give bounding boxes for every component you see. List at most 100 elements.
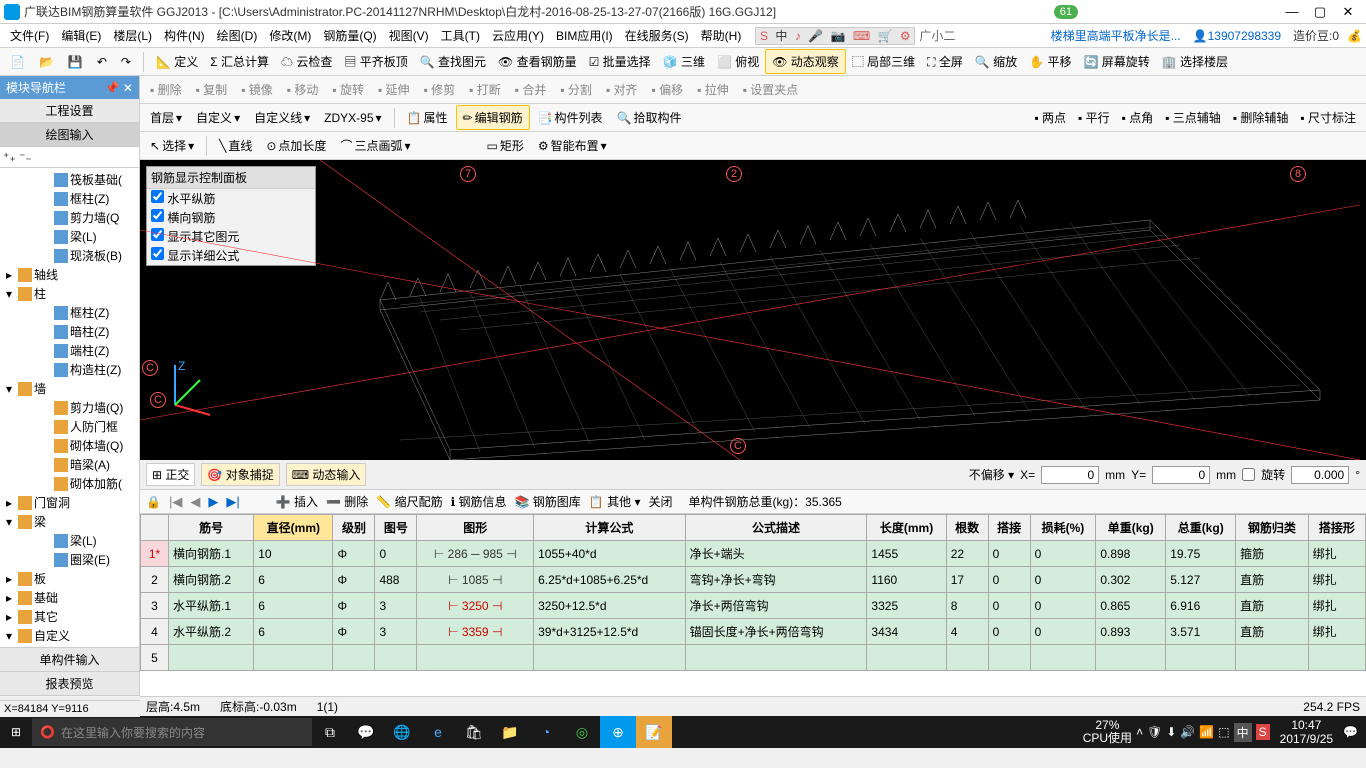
menu-编辑(E)[interactable]: 编辑(E)	[55, 27, 107, 45]
col-单重(kg)[interactable]: 单重(kg)	[1096, 515, 1166, 541]
table-row[interactable]: 4水平纵筋.26Φ3⊢ 3359 ⊣39*d+3125+12.5*d锚固长度+净…	[141, 619, 1366, 645]
tree-基础[interactable]: ▸基础	[2, 588, 137, 607]
menu-工具(T)[interactable]: 工具(T)	[435, 27, 486, 45]
system-tray[interactable]: 27% CPU使用 ˄ 🛡⬇🔊📶⬚ 中 S 10:47 2017/9/25 💬	[1075, 718, 1366, 747]
tb-平齐板顶[interactable]: ▤ 平齐板顶	[338, 50, 413, 73]
insert-row[interactable]: ➕ 插入	[276, 493, 318, 510]
nav-first[interactable]: |◀	[169, 494, 182, 510]
pick-component-button[interactable]: 🔍 拾取构件	[611, 106, 688, 129]
dynamic-input-toggle[interactable]: ⌨ 动态输入	[286, 463, 367, 486]
3d-viewport[interactable]: 钢筋显示控制面板 水平纵筋 横向钢筋 显示其它图元 显示详细公式 7 2 8 C…	[140, 160, 1366, 460]
tb2-分割[interactable]: ▪ 分割	[554, 78, 598, 101]
tb-俯视[interactable]: ⬜ 俯视	[711, 50, 765, 73]
tree-板[interactable]: ▸板	[2, 569, 137, 588]
notifications-icon[interactable]: 💬	[1343, 725, 1358, 739]
task-view[interactable]: ⧉	[312, 716, 348, 748]
menu-构件(N)[interactable]: 构件(N)	[158, 27, 211, 45]
tb2-偏移[interactable]: ▪ 偏移	[646, 78, 690, 101]
table-row[interactable]: 5	[141, 645, 1366, 671]
scale-rebar[interactable]: 📏 缩尺配筋	[376, 493, 442, 510]
maximize-button[interactable]: ▢	[1306, 4, 1334, 20]
tree-构造柱(Z)[interactable]: 构造柱(Z)	[2, 360, 137, 379]
new-button[interactable]: 📄	[4, 52, 31, 72]
floor-select[interactable]: 首层 ▾	[144, 106, 188, 129]
tb2-复制[interactable]: ▪ 复制	[190, 78, 234, 101]
col-损耗(%)[interactable]: 损耗(%)	[1030, 515, 1096, 541]
tb-查看钢筋量[interactable]: 👁 查看钢筋量	[492, 50, 583, 73]
tree-其它[interactable]: ▸其它	[2, 607, 137, 626]
tree-梁(L)[interactable]: 梁(L)	[2, 227, 137, 246]
custom-line-select[interactable]: 自定义线 ▾	[248, 106, 316, 129]
tree-剪力墙(Q[interactable]: 剪力墙(Q	[2, 208, 137, 227]
tb2-镜像[interactable]: ▪ 镜像	[235, 78, 279, 101]
tb-discord[interactable]: 💬	[348, 716, 384, 748]
delete-row[interactable]: ➖ 删除	[326, 493, 368, 510]
ime-indicator[interactable]: S中♪🎤📷⌨🛒⚙	[755, 27, 915, 45]
tree-端柱(Z)[interactable]: 端柱(Z)	[2, 341, 137, 360]
rebar-library[interactable]: 📚 钢筋图库	[515, 493, 581, 510]
ortho-toggle[interactable]: ⊞ 正交	[146, 463, 195, 486]
cp-显示详细公式[interactable]: 显示详细公式	[147, 246, 315, 265]
tb-平移[interactable]: ✋ 平移	[1023, 50, 1077, 73]
menu-BIM应用(I)[interactable]: BIM应用(I)	[550, 27, 619, 45]
col-根数[interactable]: 根数	[946, 515, 988, 541]
col-[interactable]	[141, 515, 169, 541]
col-搭接[interactable]: 搭接	[988, 515, 1030, 541]
arc-tool[interactable]: ⌒ 三点画弧 ▾	[334, 134, 416, 157]
menu-视图(V)[interactable]: 视图(V)	[383, 27, 435, 45]
tree-暗梁(A)[interactable]: 暗梁(A)	[2, 455, 137, 474]
col-直径(mm)[interactable]: 直径(mm)	[254, 515, 333, 541]
tree-柱[interactable]: ▾柱	[2, 284, 137, 303]
component-list-button[interactable]: 📑 构件列表	[532, 106, 609, 129]
menu-楼层(L)[interactable]: 楼层(L)	[107, 27, 158, 45]
tb2-打断[interactable]: ▪ 打断	[463, 78, 507, 101]
tb-批量选择[interactable]: ☑ 批量选择	[583, 50, 657, 73]
cp-显示其它图元[interactable]: 显示其它图元	[147, 227, 315, 246]
tb-局部三维[interactable]: ⬚ 局部三维	[846, 50, 921, 73]
tree-筏板基础([interactable]: 筏板基础(	[2, 170, 137, 189]
angle-input[interactable]	[1291, 466, 1349, 484]
start-button[interactable]: ⊞	[0, 716, 32, 748]
tb3r-两点[interactable]: ▪ 两点	[1028, 106, 1072, 129]
point-length-tool[interactable]: ⊙ 点加长度	[260, 134, 332, 157]
tb2-对齐[interactable]: ▪ 对齐	[600, 78, 644, 101]
menu-绘图(D)[interactable]: 绘图(D)	[211, 27, 264, 45]
taskbar-clock[interactable]: 10:47 2017/9/25	[1274, 718, 1339, 747]
lock-icon[interactable]: 🔒	[146, 495, 161, 509]
tree-expand-icon[interactable]: ⁺₊ ⁻₋	[3, 150, 32, 164]
tb-app2[interactable]: ◎	[564, 716, 600, 748]
tree-暗柱(Z)[interactable]: 暗柱(Z)	[2, 322, 137, 341]
col-长度(mm)[interactable]: 长度(mm)	[867, 515, 946, 541]
offset-select[interactable]: 不偏移 ▾	[969, 466, 1014, 483]
tree-门窗洞[interactable]: ▸门窗洞	[2, 493, 137, 512]
tb-动态观察[interactable]: 👁 动态观察	[765, 49, 846, 74]
snap-toggle[interactable]: 🎯 对象捕捉	[201, 463, 279, 486]
x-input[interactable]	[1041, 466, 1099, 484]
tree-墙[interactable]: ▾墙	[2, 379, 137, 398]
tb-store[interactable]: 🛍	[456, 716, 492, 748]
tab-project-settings[interactable]: 工程设置	[0, 99, 139, 123]
tb2-设置夹点[interactable]: ▪ 设置夹点	[737, 78, 805, 101]
smart-layout-tool[interactable]: ⚙ 智能布置 ▾	[532, 134, 613, 157]
tb-chrome[interactable]: 🌐	[384, 716, 420, 748]
y-input[interactable]	[1152, 466, 1210, 484]
tb3r-点角[interactable]: ▪ 点角	[1116, 106, 1160, 129]
tb2-旋转[interactable]: ▪ 旋转	[326, 78, 370, 101]
other-menu[interactable]: 📋 其他 ▾	[589, 493, 641, 510]
nav-next[interactable]: ▶	[208, 494, 218, 510]
tb-explorer[interactable]: 📁	[492, 716, 528, 748]
tree-砌体墙(Q)[interactable]: 砌体墙(Q)	[2, 436, 137, 455]
cp-横向钢筋[interactable]: 横向钢筋	[147, 208, 315, 227]
tree-人防门框[interactable]: 人防门框	[2, 417, 137, 436]
user-id[interactable]: 13907298339	[1208, 29, 1281, 43]
tb3r-三点辅轴[interactable]: ▪ 三点辅轴	[1159, 106, 1227, 129]
tb-缩放[interactable]: 🔍 缩放	[969, 50, 1023, 73]
news-link[interactable]: 楼梯里高端平板净长是...	[1051, 27, 1181, 44]
tree-框柱(Z)[interactable]: 框柱(Z)	[2, 303, 137, 322]
table-row[interactable]: 3水平纵筋.16Φ3⊢ 3250 ⊣3250+12.5*d净长+两倍弯钩3325…	[141, 593, 1366, 619]
open-button[interactable]: 📂	[33, 52, 60, 72]
menu-文件(F)[interactable]: 文件(F)	[4, 27, 55, 45]
save-button[interactable]: 💾	[62, 52, 89, 72]
close-button[interactable]: ✕	[1334, 4, 1362, 20]
tree-剪力墙(Q)[interactable]: 剪力墙(Q)	[2, 398, 137, 417]
